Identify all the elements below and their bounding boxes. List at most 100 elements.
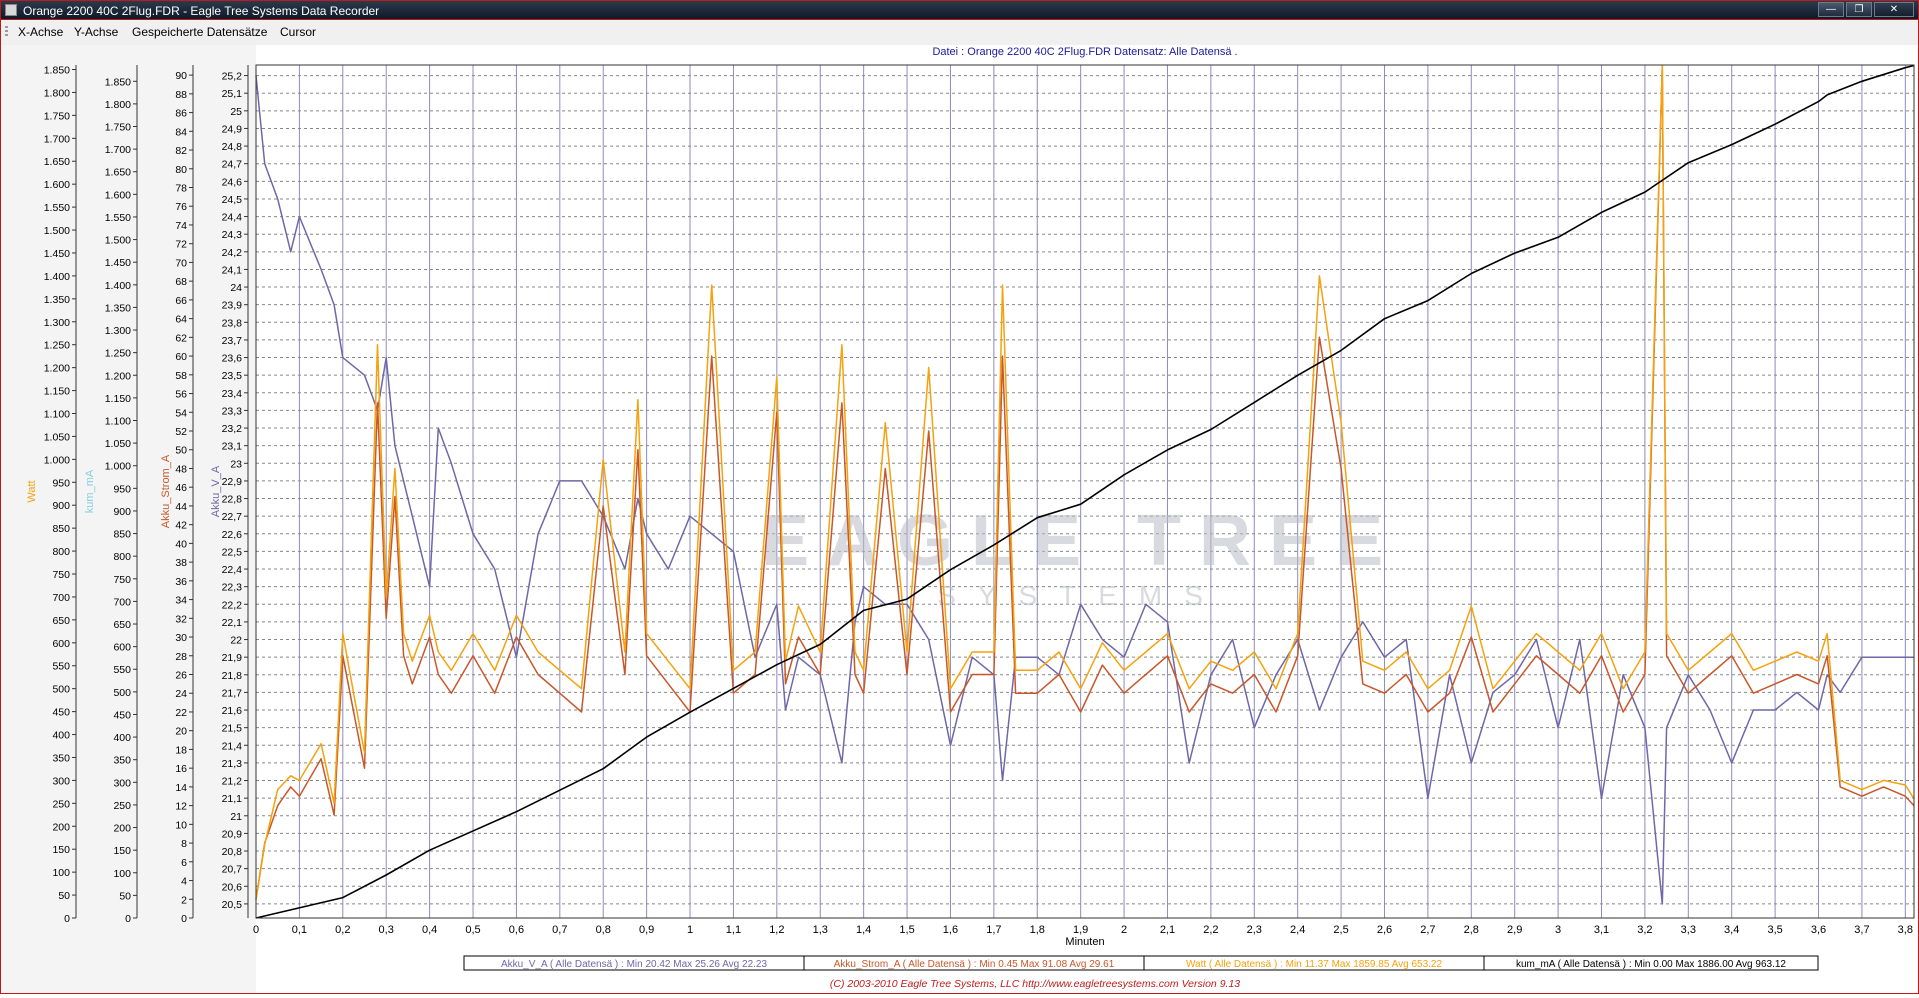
y-tick-label-watt: 1.550 [44, 202, 70, 214]
y-tick-label-watt: 200 [52, 821, 70, 833]
x-tick-label: 0,7 [552, 924, 567, 936]
x-tick-label: 0,2 [335, 924, 350, 936]
y-tick-label-watt: 1.650 [44, 156, 70, 168]
y-tick-label-volt: 21,9 [222, 652, 243, 664]
y-tick-label-volt: 24,6 [222, 176, 243, 188]
y-tick-label-watt: 100 [52, 867, 70, 879]
y-tick-label-volt: 21,8 [222, 670, 243, 682]
y-tick-label-mah: 1.700 [105, 144, 131, 156]
y-tick-label-current: 2 [181, 894, 187, 906]
y-tick-label-mah: 750 [113, 574, 131, 586]
y-tick-label-mah: 200 [113, 823, 131, 835]
y-tick-label-watt: 1.300 [44, 317, 70, 329]
x-tick-label: 1,7 [986, 924, 1001, 936]
menu-cursor[interactable]: Cursor [280, 25, 316, 39]
x-tick-label: 2,7 [1420, 924, 1435, 936]
y-tick-label-volt: 23,4 [222, 388, 243, 400]
y-tick-label-watt: 50 [58, 890, 70, 902]
y-tick-label-volt: 24,7 [222, 159, 243, 171]
y-tick-label-volt: 20,9 [222, 828, 243, 840]
y-tick-label-watt: 1.700 [44, 133, 70, 145]
y-tick-label-current: 40 [175, 538, 187, 550]
x-tick-label: 2,1 [1160, 924, 1175, 936]
y-tick-label-volt: 23,9 [222, 300, 243, 312]
y-tick-label-mah: 1.000 [105, 461, 131, 473]
y-tick-label-mah: 950 [113, 483, 131, 495]
watermark-sub: SYSTEMS [937, 580, 1225, 611]
app-icon[interactable] [5, 4, 17, 16]
y-tick-label-current: 16 [175, 763, 187, 775]
y-tick-label-current: 14 [175, 782, 187, 794]
chart-title: Datei : Orange 2200 40C 2Flug.FDR Datens… [932, 46, 1237, 58]
menu-x-axis[interactable]: X-Achse [18, 25, 63, 39]
x-tick-label: 3,5 [1767, 924, 1782, 936]
x-tick-label: 3,2 [1637, 924, 1652, 936]
y-tick-label-watt: 950 [52, 477, 70, 489]
menu-saved-datasets[interactable]: Gespeicherte Datensätze [132, 25, 267, 39]
y-tick-label-volt: 22,9 [222, 476, 243, 488]
y-tick-label-watt: 300 [52, 775, 70, 787]
y-tick-label-volt: 23,8 [222, 317, 243, 329]
y-tick-label-volt: 20,6 [222, 881, 243, 893]
y-tick-label-mah: 850 [113, 529, 131, 541]
y-tick-label-mah: 1.200 [105, 370, 131, 382]
y-tick-label-current: 26 [175, 669, 187, 681]
x-tick-label: 1,9 [1073, 924, 1088, 936]
y-tick-label-volt: 24 [230, 282, 242, 294]
data-recorder-chart[interactable]: Datei : Orange 2200 40C 2Flug.FDR Datens… [1, 45, 1918, 993]
y-tick-label-current: 42 [175, 520, 187, 532]
y-tick-label-watt: 1.250 [44, 340, 70, 352]
y-tick-label-volt: 20,7 [222, 864, 243, 876]
y-tick-label-mah: 1.500 [105, 235, 131, 247]
y-tick-label-watt: 0 [64, 913, 70, 925]
y-tick-label-watt: 500 [52, 684, 70, 696]
y-tick-label-watt: 400 [52, 730, 70, 742]
y-tick-label-current: 46 [175, 482, 187, 494]
y-axis-label-watt: Watt [26, 480, 38, 502]
x-tick-label: 0,1 [292, 924, 307, 936]
close-icon[interactable]: ✕ [1874, 2, 1914, 17]
minimize-icon[interactable]: — [1818, 2, 1844, 17]
y-tick-label-volt: 24,5 [222, 194, 243, 206]
y-tick-label-mah: 1.150 [105, 393, 131, 405]
y-tick-label-current: 58 [175, 370, 187, 382]
x-tick-label: 0 [253, 924, 259, 936]
y-tick-label-mah: 500 [113, 687, 131, 699]
y-tick-label-mah: 800 [113, 551, 131, 563]
x-tick-label: 2,8 [1464, 924, 1479, 936]
y-tick-label-mah: 1.750 [105, 122, 131, 134]
x-tick-label: 1,4 [856, 924, 871, 936]
y-tick-label-current: 56 [175, 389, 187, 401]
y-tick-label-watt: 1.050 [44, 431, 70, 443]
x-tick-label: 3,7 [1854, 924, 1869, 936]
y-tick-label-watt: 1.450 [44, 248, 70, 260]
y-tick-label-current: 88 [175, 89, 187, 101]
y-tick-label-volt: 22,2 [222, 599, 243, 611]
legend-entry-kum_ma: kum_mA ( Alle Datensä ) : Min 0.00 Max 1… [1516, 959, 1786, 970]
y-tick-label-mah: 400 [113, 732, 131, 744]
y-tick-label-current: 64 [175, 314, 187, 326]
y-tick-label-volt: 21,3 [222, 758, 243, 770]
y-tick-label-mah: 1.250 [105, 348, 131, 360]
y-tick-label-volt: 22 [230, 635, 242, 647]
footer-copyright: (C) 2003-2010 Eagle Tree Systems, LLC ht… [830, 978, 1240, 990]
x-tick-label: 1,2 [769, 924, 784, 936]
maximize-icon[interactable]: ❐ [1846, 2, 1872, 17]
y-tick-label-current: 0 [181, 913, 187, 925]
y-tick-label-volt: 22,7 [222, 511, 243, 523]
y-tick-label-volt: 21 [230, 811, 242, 823]
y-tick-label-watt: 1.500 [44, 225, 70, 237]
y-tick-label-mah: 1.600 [105, 189, 131, 201]
y-tick-label-mah: 700 [113, 596, 131, 608]
x-tick-label: 0,5 [465, 924, 480, 936]
y-tick-label-volt: 21,7 [222, 687, 243, 699]
y-tick-label-watt: 450 [52, 707, 70, 719]
x-tick-label: 2,3 [1247, 924, 1262, 936]
y-tick-label-mah: 1.450 [105, 257, 131, 269]
y-tick-label-current: 54 [175, 407, 187, 419]
y-tick-label-current: 60 [175, 351, 187, 363]
menu-y-axis[interactable]: Y-Achse [74, 25, 118, 39]
window-title: Orange 2200 40C 2Flug.FDR - Eagle Tree S… [23, 4, 380, 18]
y-tick-label-current: 8 [181, 838, 187, 850]
y-tick-label-mah: 100 [113, 868, 131, 880]
